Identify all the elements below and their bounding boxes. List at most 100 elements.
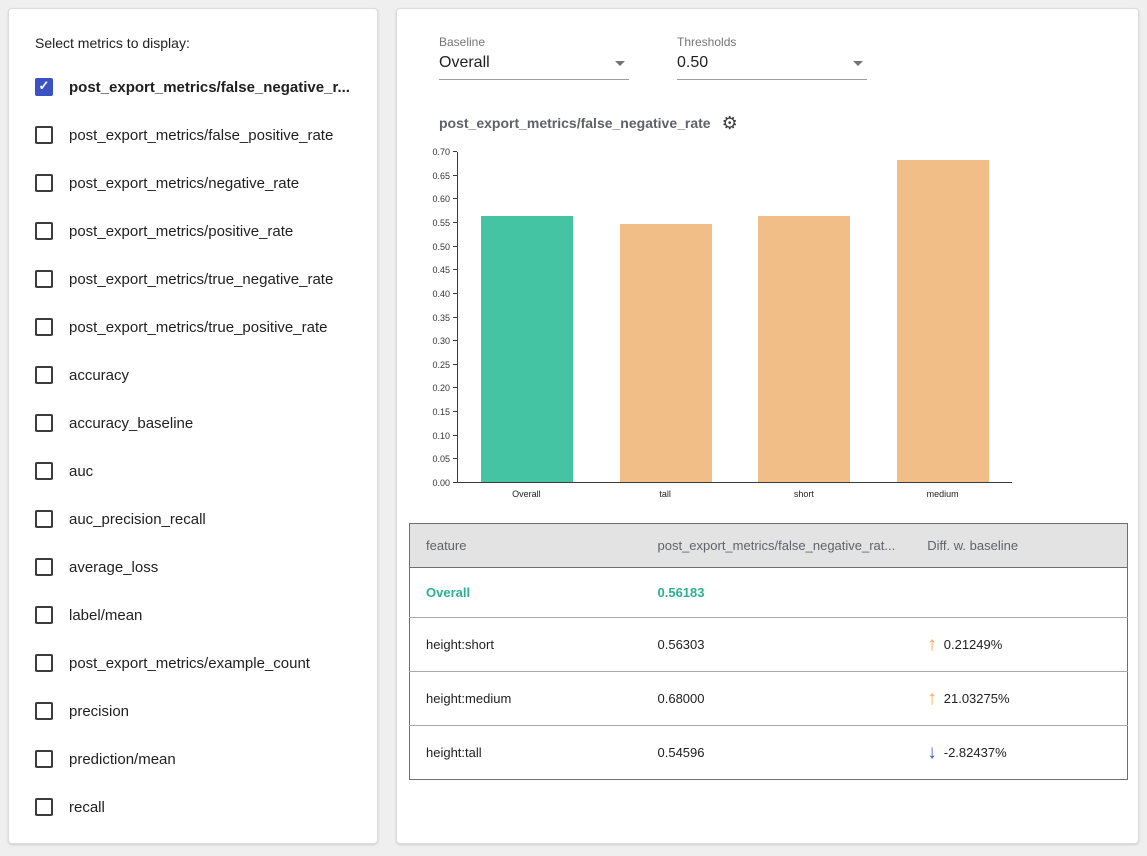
- y-tick-label: 0.40: [432, 289, 450, 299]
- diff-arrow-icon: ↑: [927, 635, 937, 654]
- metric-checkbox-item[interactable]: auc_precision_recall: [35, 495, 353, 543]
- checkbox-icon[interactable]: [35, 558, 53, 576]
- y-tick-mark: [453, 411, 457, 412]
- y-tick-label: 0.20: [432, 383, 450, 393]
- y-tick-mark: [453, 198, 457, 199]
- y-tick-mark: [453, 340, 457, 341]
- y-tick-mark: [453, 151, 457, 152]
- checkbox-icon[interactable]: [35, 510, 53, 528]
- diff-value: 21.03275%: [944, 691, 1010, 706]
- checkbox-icon[interactable]: [35, 126, 53, 144]
- metric-value-cell: 0.56183: [642, 568, 912, 618]
- diff-arrow-icon: ↓: [927, 743, 937, 762]
- diff-cell: ↑ 21.03275%: [911, 672, 1127, 726]
- diff-cell: [911, 568, 1127, 618]
- metric-checkbox-item[interactable]: post_export_metrics/true_negative_rate: [35, 255, 353, 303]
- metric-checkbox-item[interactable]: recall: [35, 783, 353, 831]
- checkbox-icon[interactable]: [35, 654, 53, 672]
- diff-value: 0.21249%: [944, 637, 1003, 652]
- metric-value-cell: 0.54596: [642, 726, 912, 780]
- checkbox-icon[interactable]: [35, 462, 53, 480]
- baseline-select[interactable]: Baseline Overall: [439, 35, 629, 80]
- thresholds-select[interactable]: Thresholds 0.50: [677, 35, 867, 80]
- metric-label: accuracy: [69, 367, 129, 384]
- metrics-table-wrap: feature post_export_metrics/false_negati…: [409, 523, 1126, 780]
- metric-checkbox-item[interactable]: post_export_metrics/true_positive_rate: [35, 303, 353, 351]
- y-tick-label: 0.15: [432, 407, 450, 417]
- metric-checkbox-item[interactable]: accuracy_baseline: [35, 399, 353, 447]
- metric-checkbox-item[interactable]: post_export_metrics/negative_rate: [35, 159, 353, 207]
- diff-arrow-icon: ↑: [927, 689, 937, 708]
- checkbox-icon[interactable]: [35, 798, 53, 816]
- checkbox-icon[interactable]: [35, 222, 53, 240]
- table-row: Overall 0.56183: [410, 568, 1128, 618]
- metric-label: post_export_metrics/example_count: [69, 655, 310, 672]
- metric-selector-panel: Select metrics to display: post_export_m…: [8, 8, 378, 844]
- checkbox-icon[interactable]: [35, 606, 53, 624]
- metric-label: auc: [69, 463, 93, 480]
- metric-label: auc_precision_recall: [69, 511, 206, 528]
- chart-header: post_export_metrics/false_negative_rate …: [439, 114, 1126, 132]
- x-tick-label: tall: [596, 489, 735, 499]
- checkbox-icon[interactable]: [35, 270, 53, 288]
- chevron-down-icon: [853, 61, 863, 66]
- settings-gear-icon[interactable]: ⚙: [722, 114, 738, 132]
- baseline-select-label: Baseline: [439, 35, 629, 49]
- y-tick-mark: [453, 458, 457, 459]
- metric-label: accuracy_baseline: [69, 415, 193, 432]
- y-tick-label: 0.45: [432, 265, 450, 275]
- y-tick-mark: [453, 435, 457, 436]
- bar-tall[interactable]: [620, 224, 712, 482]
- chevron-down-icon: [615, 61, 625, 66]
- metric-checkbox-item[interactable]: post_export_metrics/false_negative_r...: [35, 63, 353, 111]
- metric-value-cell: 0.56303: [642, 618, 912, 672]
- x-tick-label: medium: [873, 489, 1012, 499]
- y-tick-mark: [453, 222, 457, 223]
- checkbox-icon[interactable]: [35, 366, 53, 384]
- metric-checkbox-item[interactable]: post_export_metrics/positive_rate: [35, 207, 353, 255]
- metric-checkbox-item[interactable]: accuracy: [35, 351, 353, 399]
- header-metric-value: post_export_metrics/false_negative_rat..…: [642, 524, 912, 568]
- thresholds-select-label: Thresholds: [677, 35, 867, 49]
- metric-checkbox-item[interactable]: post_export_metrics/false_positive_rate: [35, 111, 353, 159]
- bar-overall[interactable]: [481, 216, 573, 482]
- metric-label: post_export_metrics/negative_rate: [69, 175, 299, 192]
- metric-label: recall: [69, 799, 105, 816]
- feature-cell: height:tall: [410, 726, 642, 780]
- x-tick-label: Overall: [457, 489, 596, 499]
- y-tick-label: 0.55: [432, 218, 450, 228]
- y-tick-mark: [453, 175, 457, 176]
- checkbox-icon[interactable]: [35, 702, 53, 720]
- metric-label: post_export_metrics/true_positive_rate: [69, 319, 327, 336]
- metric-label: post_export_metrics/true_negative_rate: [69, 271, 333, 288]
- metrics-table: feature post_export_metrics/false_negati…: [409, 523, 1128, 780]
- checkbox-icon[interactable]: [35, 750, 53, 768]
- metric-value-cell: 0.68000: [642, 672, 912, 726]
- bar-medium[interactable]: [897, 160, 989, 482]
- checkbox-icon[interactable]: [35, 78, 53, 96]
- metrics-panel: Baseline Overall Thresholds 0.50 post_ex…: [396, 8, 1139, 844]
- bar-short[interactable]: [758, 216, 850, 482]
- metric-checkbox-item[interactable]: precision: [35, 687, 353, 735]
- table-row: height:tall 0.54596 ↓ -2.82437%: [410, 726, 1128, 780]
- baseline-select-value: Overall: [439, 54, 490, 72]
- header-diff-baseline: Diff. w. baseline: [911, 524, 1127, 568]
- metric-checkbox-item[interactable]: auc: [35, 447, 353, 495]
- metric-checkbox-item[interactable]: prediction/mean: [35, 735, 353, 783]
- y-tick-label: 0.70: [432, 147, 450, 157]
- checkbox-icon[interactable]: [35, 318, 53, 336]
- metric-label: label/mean: [69, 607, 142, 624]
- metric-checkbox-item[interactable]: average_loss: [35, 543, 353, 591]
- metric-checkbox-item[interactable]: label/mean: [35, 591, 353, 639]
- feature-cell: Overall: [410, 568, 642, 618]
- metric-selector-title: Select metrics to display:: [35, 35, 353, 51]
- table-header-row: feature post_export_metrics/false_negati…: [410, 524, 1128, 568]
- x-axis: Overalltallshortmedium: [457, 483, 1012, 499]
- y-tick-label: 0.35: [432, 313, 450, 323]
- metric-list: post_export_metrics/false_negative_r... …: [35, 63, 353, 831]
- metric-label: precision: [69, 703, 129, 720]
- table-row: height:medium 0.68000 ↑ 21.03275%: [410, 672, 1128, 726]
- checkbox-icon[interactable]: [35, 174, 53, 192]
- checkbox-icon[interactable]: [35, 414, 53, 432]
- metric-checkbox-item[interactable]: post_export_metrics/example_count: [35, 639, 353, 687]
